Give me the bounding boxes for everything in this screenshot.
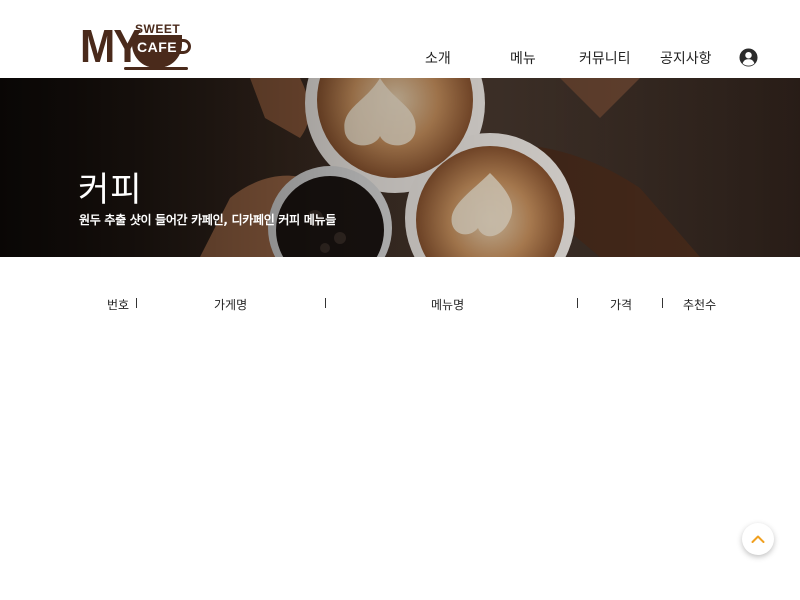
column-header-number[interactable]: 번호 (107, 296, 129, 313)
site-header: MY SWEET CAFE 소개 메뉴 커뮤니티 공지사항 (0, 0, 800, 78)
nav-item-menu[interactable]: 메뉴 (510, 48, 536, 68)
nav-item-about[interactable]: 소개 (425, 48, 451, 68)
column-separator (136, 296, 137, 308)
user-circle-icon[interactable] (739, 48, 758, 67)
column-header-menu[interactable]: 메뉴명 (431, 296, 464, 313)
main-nav: 소개 메뉴 커뮤니티 공지사항 (0, 48, 800, 70)
menu-table-header: 번호 가게명 메뉴명 가격 추천수 (0, 294, 800, 314)
page-subtitle: 원두 추출 샷이 들어간 카페인, 디카페인 커피 메뉴들 (79, 213, 336, 227)
column-separator (577, 296, 578, 308)
logo-sweet-text: SWEET (135, 22, 181, 36)
column-header-likes[interactable]: 추천수 (683, 296, 716, 313)
nav-item-notice[interactable]: 공지사항 (660, 48, 712, 68)
column-header-store[interactable]: 가게명 (214, 296, 247, 313)
nav-item-community[interactable]: 커뮤니티 (579, 48, 631, 68)
column-separator (662, 296, 663, 308)
chevron-up-icon (751, 535, 765, 543)
page-title: 커피 (78, 170, 143, 210)
column-header-price[interactable]: 가격 (610, 296, 632, 313)
category-banner: 커피 원두 추출 샷이 들어간 카페인, 디카페인 커피 메뉴들 (0, 78, 800, 257)
column-separator (325, 296, 326, 308)
scroll-top-button[interactable] (742, 523, 774, 555)
